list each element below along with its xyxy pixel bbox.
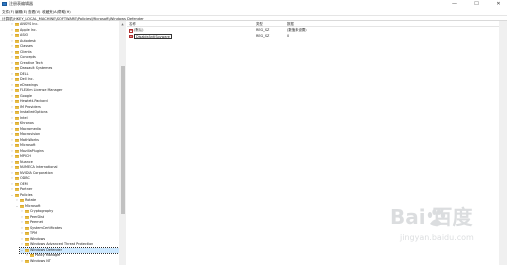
folder-icon: [14, 67, 19, 71]
folder-icon: [14, 100, 19, 104]
folder-icon: [24, 237, 29, 241]
column-header-data[interactable]: 数据: [287, 21, 294, 27]
folder-icon: [14, 28, 19, 32]
folder-icon: [14, 78, 19, 82]
folder-icon: [19, 204, 24, 208]
folder-icon: [14, 111, 19, 115]
folder-icon: [14, 182, 19, 186]
chevron-down-icon[interactable]: ⌄: [20, 248, 24, 254]
list-item[interactable]: ab DisableAntiSpyware REG_SZ 0: [127, 34, 499, 40]
scroll-up-arrow-icon[interactable]: ▲: [119, 21, 126, 27]
window-title: 注册表编辑器: [9, 1, 33, 6]
folder-icon: [14, 188, 19, 192]
list-header: 名称 类型 数据: [127, 21, 499, 27]
folder-icon: [14, 105, 19, 109]
registry-editor-icon: [2, 2, 7, 6]
folder-icon: [14, 193, 19, 197]
string-value-icon: ab: [129, 34, 134, 38]
folder-icon: [14, 61, 19, 65]
list-scrollbar-track[interactable]: [499, 21, 507, 265]
folder-icon: [14, 116, 19, 120]
column-header-name[interactable]: 名称: [129, 21, 136, 27]
string-value-icon: ab: [129, 29, 134, 33]
tree-item-label: Windows NT: [30, 258, 51, 263]
folder-icon: [24, 210, 29, 214]
folder-icon: [24, 232, 29, 236]
folder-icon: [14, 72, 19, 76]
tree-scrollbar[interactable]: ▲: [119, 21, 126, 265]
baidu-paw-icon: [427, 209, 446, 226]
folder-icon: [14, 45, 19, 49]
folder-icon: [14, 34, 19, 38]
value-data: 0: [287, 33, 290, 38]
maximize-button[interactable]: ☐: [469, 0, 484, 8]
chevron-right-icon[interactable]: ›: [20, 259, 24, 265]
registry-key-tree[interactable]: › ANSYS Inc. › Apple Inc. › ASIO › Autodesk › Cla…: [0, 21, 126, 265]
folder-icon: [14, 122, 19, 126]
minimize-button[interactable]: —: [447, 0, 462, 8]
column-header-type[interactable]: 类型: [256, 21, 263, 27]
folder-icon: [14, 83, 19, 87]
watermark-url: jingyan.baidu.com: [400, 233, 474, 242]
folder-icon: [14, 177, 19, 181]
title-bar: 注册表编辑器 — ☐ ✕: [0, 0, 507, 8]
baidu-watermark: Bai 百度 jingyan.baidu.com: [390, 205, 500, 250]
folder-icon: [24, 215, 29, 219]
value-type: REG_SZ: [256, 33, 270, 38]
value-name-edit-box[interactable]: DisableAntiSpyware: [134, 33, 172, 39]
folder-icon: [14, 171, 19, 175]
chevron-down-icon[interactable]: ⌄: [15, 204, 19, 210]
folder-icon: [14, 56, 19, 60]
folder-icon: [19, 199, 24, 203]
folder-icon: [24, 259, 29, 263]
folder-icon: [14, 127, 19, 131]
close-button[interactable]: ✕: [491, 0, 506, 8]
folder-icon: [24, 226, 29, 230]
folder-icon: [14, 138, 19, 142]
folder-icon: [14, 94, 19, 98]
scrollbar-thumb[interactable]: [120, 66, 125, 214]
folder-icon: [14, 89, 19, 93]
folder-icon: [14, 155, 19, 159]
folder-icon: [14, 149, 19, 153]
folder-icon: [14, 133, 19, 137]
folder-icon: [24, 248, 29, 252]
folder-icon: [24, 221, 29, 225]
chevron-down-icon[interactable]: ⌄: [10, 193, 14, 199]
folder-icon: [24, 243, 29, 247]
folder-icon: [14, 23, 19, 27]
folder-icon: [29, 254, 34, 258]
folder-icon: [14, 50, 19, 54]
folder-icon: [14, 166, 19, 170]
folder-icon: [14, 144, 19, 148]
folder-icon: [14, 39, 19, 43]
tree-item[interactable]: › Windows NT: [20, 259, 119, 265]
folder-icon: [14, 160, 19, 164]
